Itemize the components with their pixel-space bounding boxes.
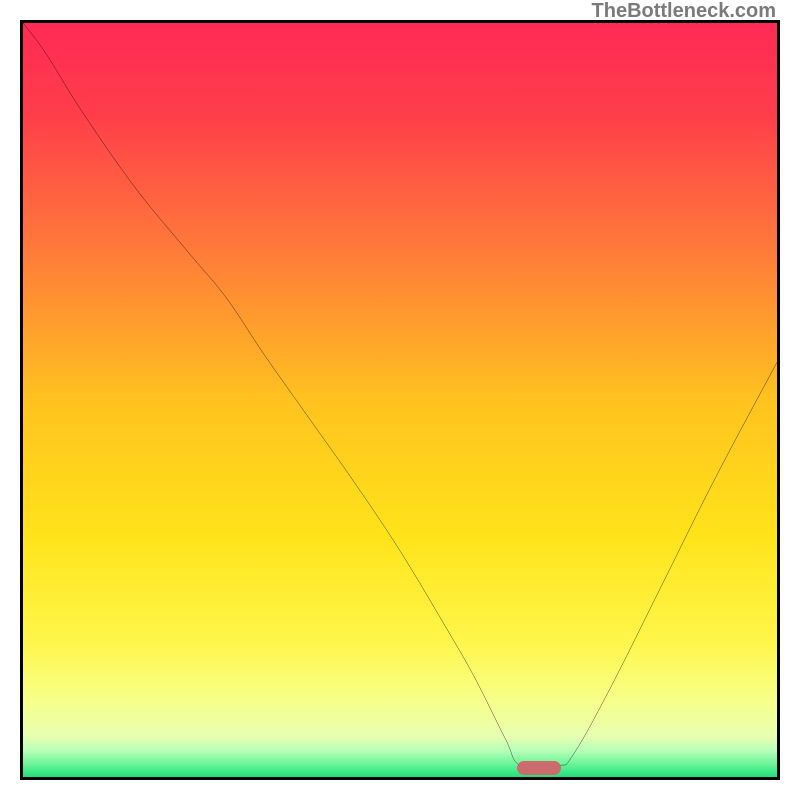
plot-area: [20, 20, 780, 780]
optimum-marker: [517, 761, 561, 775]
bottleneck-curve: [23, 23, 777, 768]
chart-container: TheBottleneck.com: [0, 0, 800, 800]
curve-layer: [23, 23, 777, 777]
